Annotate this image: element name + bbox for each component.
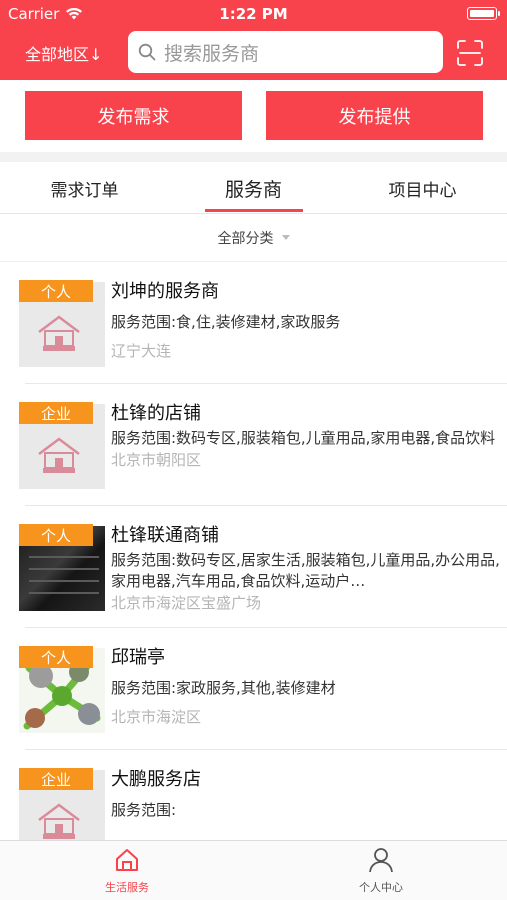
service-scope: 服务范围:食,住,装修建材,家政服务 [111,313,341,331]
type-badge: 个人 [19,646,93,668]
publish-demand-button[interactable]: 发布需求 [25,91,242,140]
tab-providers[interactable]: 服务商 [169,162,338,214]
list-item[interactable]: 个人 杜锋联通商铺 服务范围:数码专区,居家生活,服装箱包,儿童用品,办公用品,… [19,506,507,628]
tab-project-center[interactable]: 项目中心 [338,162,507,214]
region-selector[interactable]: 全部地区↓ [25,41,102,65]
placeholder-logo-icon [38,803,80,839]
app-screen: Carrier 1:22 PM 全部地区↓ 搜索服务商 发布需求 发布提供 需求… [0,0,507,900]
category-filter[interactable]: 全部分类 [0,214,507,262]
home-icon [116,849,138,871]
search-icon [138,43,156,61]
nav-life-services-label: 生活服务 [105,881,149,894]
top-header: Carrier 1:22 PM 全部地区↓ 搜索服务商 [0,0,507,80]
provider-location: 北京市朝阳区 [111,451,202,469]
type-badge: 个人 [19,280,93,302]
category-filter-label: 全部分类 [217,230,274,247]
service-scope: 服务范围:家政服务,其他,装修建材 [111,679,336,697]
battery-icon [467,7,500,20]
active-tab-indicator [205,209,303,212]
search-input[interactable]: 搜索服务商 [128,31,443,73]
publish-offer-button[interactable]: 发布提供 [266,91,483,140]
provider-info: 大鹏服务店 服务范围: [111,768,506,829]
nav-personal-center-label: 个人中心 [359,881,403,894]
search-placeholder: 搜索服务商 [164,42,260,65]
type-badge: 企业 [19,768,93,790]
provider-location: 北京市海淀区 [111,708,202,726]
tab-bar: 需求订单 服务商 项目中心 [0,162,507,214]
status-bar: Carrier 1:22 PM [0,0,507,28]
placeholder-logo-icon [38,315,80,351]
list-item[interactable]: 个人 刘坤的服务商 服务范围:食,住,装修建材,家政服务 辽宁大连 [19,262,507,384]
status-time: 1:22 PM [219,5,288,23]
service-scope: 服务范围:数码专区,服装箱包,儿童用品,家用电器,食品饮料 [111,429,496,447]
provider-location: 辽宁大连 [111,342,172,360]
nav-life-services[interactable]: 生活服务 [57,847,197,897]
provider-name: 刘坤的服务商 [111,281,219,302]
placeholder-logo-icon [38,437,80,473]
list-item[interactable]: 个人 邱瑞亭 服务范围:家政服务,其他,装修建材 北京市海淀区 [19,628,507,750]
action-bar: 发布需求 发布提供 [0,80,507,152]
provider-info: 杜锋联通商铺 服务范围:数码专区,居家生活,服装箱包,儿童用品,办公用品,家用电… [111,524,506,613]
provider-info: 杜锋的店铺 服务范围:数码专区,服装箱包,儿童用品,家用电器,食品饮料 北京市朝… [111,402,506,470]
service-scope: 服务范围:数码专区,居家生活,服装箱包,儿童用品,办公用品,家用电器,汽车用品,… [111,551,500,590]
tab-demand-orders[interactable]: 需求订单 [0,162,169,214]
provider-name: 大鹏服务店 [111,769,201,790]
provider-location: 北京市海淀区宝盛广场 [111,594,262,612]
service-scope: 服务范围: [111,801,177,819]
provider-info: 邱瑞亭 服务范围:家政服务,其他,装修建材 北京市海淀区 [111,646,506,727]
provider-name: 邱瑞亭 [111,647,165,668]
nav-personal-center[interactable]: 个人中心 [311,847,451,897]
caret-down-icon [281,235,290,240]
type-badge: 个人 [19,524,93,546]
section-divider [0,152,507,162]
person-icon [369,848,393,873]
provider-info: 刘坤的服务商 服务范围:食,住,装修建材,家政服务 辽宁大连 [111,280,506,361]
list-item[interactable]: 企业 杜锋的店铺 服务范围:数码专区,服装箱包,儿童用品,家用电器,食品饮料 北… [19,384,507,506]
provider-name: 杜锋的店铺 [111,403,201,424]
provider-list: 个人 刘坤的服务商 服务范围:食,住,装修建材,家政服务 辽宁大连 企业 杜锋的… [0,262,507,872]
provider-name: 杜锋联通商铺 [111,525,219,546]
bottom-nav: 生活服务 个人中心 [0,840,507,900]
scan-icon[interactable] [457,40,483,66]
type-badge: 企业 [19,402,93,424]
